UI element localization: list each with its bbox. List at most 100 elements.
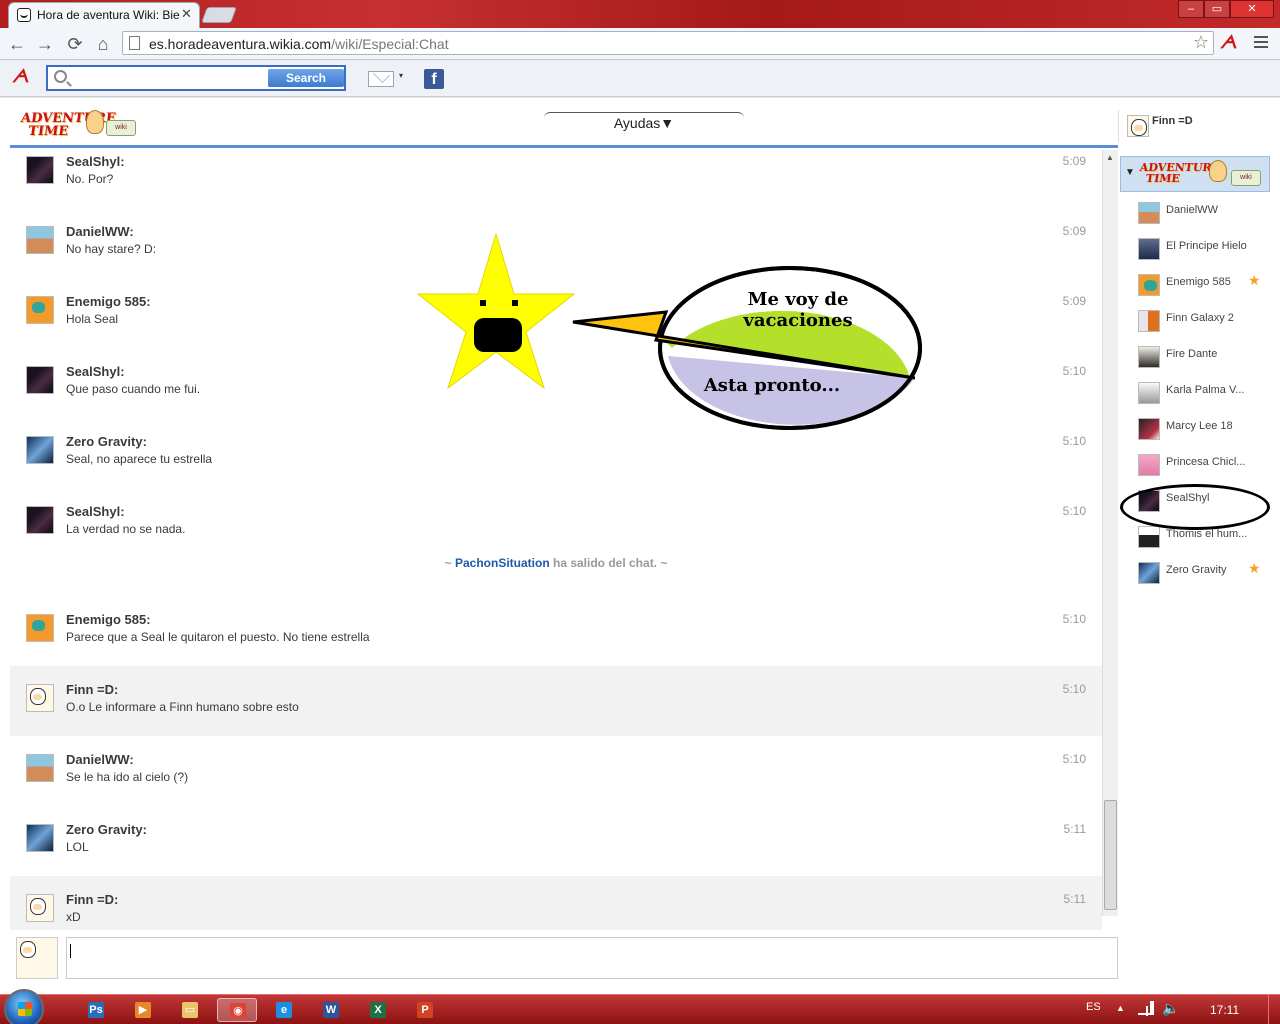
message-text: No. Por? (66, 172, 114, 186)
message-avatar[interactable] (26, 436, 54, 464)
address-bar[interactable]: es.horadeaventura.wikia.com/wiki/Especia… (122, 31, 1214, 55)
taskbar-word-icon[interactable]: W (311, 998, 351, 1022)
message-time: 5:10 (1062, 752, 1086, 766)
bookmark-star-icon[interactable]: ☆ (1193, 32, 1209, 53)
browser-tab[interactable]: Hora de aventura Wiki: Bie ✕ (8, 2, 200, 28)
message-author[interactable]: Enemigo 585: (66, 612, 151, 627)
language-indicator[interactable]: ES (1086, 1001, 1101, 1013)
message-avatar[interactable] (26, 506, 54, 534)
search-input[interactable]: Search (46, 65, 346, 91)
message-avatar[interactable] (26, 614, 54, 642)
taskbar-excel-icon[interactable]: X (358, 998, 398, 1022)
message-author[interactable]: Finn =D: (66, 892, 118, 907)
message-author[interactable]: DanielWW: (66, 224, 134, 239)
message-text: La verdad no se nada. (66, 522, 186, 536)
chat-message: Zero Gravity: LOL 5:11 (10, 814, 1102, 884)
message-avatar[interactable] (26, 226, 54, 254)
bubble-text-bottom: Asta pronto... (703, 375, 840, 396)
text-caret (70, 944, 71, 958)
message-author[interactable]: SealShyl: (66, 154, 125, 169)
message-time: 5:09 (1062, 294, 1086, 308)
back-button[interactable]: ← (6, 33, 28, 55)
taskbar-folder-icon[interactable]: ▭ (170, 998, 210, 1022)
message-time: 5:10 (1062, 504, 1086, 518)
facebook-icon[interactable]: f (424, 69, 444, 89)
clock[interactable]: 17:11 (1210, 1003, 1239, 1017)
chrome-glyph: ◉ (230, 1003, 246, 1019)
collapse-caret-icon[interactable]: ▼ (1125, 167, 1135, 178)
userlist-item[interactable]: Marcy Lee 18 (1138, 416, 1270, 442)
current-user[interactable]: Finn =D (1118, 110, 1274, 142)
close-tab-icon[interactable]: ✕ (181, 6, 192, 22)
message-avatar[interactable] (26, 366, 54, 394)
user-list: ▼ ADVENTURE TIME wiki DanielWW El Princip… (1118, 152, 1270, 952)
userlist-item[interactable]: Zero Gravity ★ (1138, 560, 1270, 586)
minimize-button[interactable]: – (1178, 0, 1204, 18)
message-author[interactable]: DanielWW: (66, 752, 134, 767)
message-text: O.o Le informare a Finn humano sobre est… (66, 700, 299, 714)
avira-toolbar-icon[interactable]: ᗅ (1220, 32, 1237, 53)
userlist-item[interactable]: Princesa Chicl... (1138, 452, 1270, 478)
volume-icon[interactable]: 🔈 (1162, 1000, 1179, 1017)
current-user-name: Finn =D (1152, 115, 1193, 127)
taskbar-media-icon[interactable]: ▶ (123, 998, 163, 1022)
forward-button[interactable]: → (34, 33, 56, 55)
powerpoint-glyph: P (417, 1002, 433, 1018)
wiki-logo[interactable]: ADVENTURE TIME wiki (20, 110, 136, 142)
message-author[interactable]: Zero Gravity: (66, 822, 147, 837)
reload-button[interactable]: ⟳ (64, 33, 86, 55)
room-header[interactable]: ▼ ADVENTURE TIME wiki (1120, 156, 1270, 192)
userlist-item[interactable]: Enemigo 585 ★ (1138, 272, 1270, 298)
new-tab-button[interactable] (201, 7, 237, 23)
windows-taskbar: ES ▲ 🔈 17:11 Ps ▶ ▭ ◉ e W X P (0, 989, 1280, 1024)
message-avatar[interactable] (26, 156, 54, 184)
message-time: 5:10 (1062, 434, 1086, 448)
avira-logo-icon[interactable]: ᗅ (12, 66, 29, 87)
start-button[interactable] (4, 989, 44, 1024)
message-avatar[interactable] (26, 296, 54, 324)
maximize-button[interactable]: ▭ (1204, 0, 1230, 18)
userlist-item[interactable]: Fire Dante (1138, 344, 1270, 370)
hand-drawn-circle (1120, 484, 1270, 530)
message-author[interactable]: Finn =D: (66, 682, 118, 697)
scroll-up-icon[interactable]: ▲ (1106, 153, 1114, 162)
message-avatar[interactable] (26, 894, 54, 922)
message-avatar[interactable] (26, 684, 54, 712)
user-name: Fire Dante (1166, 348, 1218, 360)
message-scrollbar[interactable]: ▲ (1102, 150, 1118, 916)
scroll-thumb[interactable] (1104, 800, 1117, 910)
message-author[interactable]: SealShyl: (66, 364, 125, 379)
home-button[interactable]: ⌂ (92, 33, 114, 55)
network-icon[interactable] (1138, 1001, 1154, 1015)
message-input[interactable] (66, 937, 1118, 979)
taskbar-chrome-icon[interactable]: ◉ (217, 998, 257, 1022)
mail-icon[interactable] (368, 71, 394, 87)
ayudas-menu[interactable]: Ayudas▼ (544, 112, 744, 136)
search-button[interactable]: Search (268, 69, 344, 87)
userlist-item[interactable]: DanielWW (1138, 200, 1270, 226)
close-window-button[interactable]: ✕ (1230, 0, 1274, 18)
userlist-item[interactable]: Karla Palma V... (1138, 380, 1270, 406)
taskbar-psd-icon[interactable]: Ps (76, 998, 116, 1022)
message-author[interactable]: Enemigo 585: (66, 294, 151, 309)
userlist-item[interactable]: El Principe Hielo (1138, 236, 1270, 262)
tray-expand-icon[interactable]: ▲ (1116, 1003, 1125, 1013)
inline-alert: ~ PachonSituation ha salido del chat. ~ (10, 556, 1102, 570)
message-avatar[interactable] (26, 754, 54, 782)
alert-username[interactable]: PachonSituation (455, 556, 550, 570)
taskbar-ie-icon[interactable]: e (264, 998, 304, 1022)
wiki-favicon-icon (17, 8, 31, 22)
wrench-menu-icon[interactable] (1252, 33, 1270, 51)
search-icon (54, 70, 67, 83)
mail-dropdown-icon[interactable]: ▾ (399, 71, 403, 80)
taskbar-powerpoint-icon[interactable]: P (405, 998, 445, 1022)
message-author[interactable]: SealShyl: (66, 504, 125, 519)
message-time: 5:11 (1063, 892, 1086, 906)
message-author[interactable]: Zero Gravity: (66, 434, 147, 449)
message-avatar[interactable] (26, 824, 54, 852)
show-desktop-button[interactable] (1268, 995, 1280, 1024)
message-text: Seal, no aparece tu estrella (66, 452, 213, 466)
tab-title: Hora de aventura Wiki: Bie (37, 8, 180, 22)
message-text: Hola Seal (66, 312, 119, 326)
userlist-item[interactable]: Finn Galaxy 2 (1138, 308, 1270, 334)
